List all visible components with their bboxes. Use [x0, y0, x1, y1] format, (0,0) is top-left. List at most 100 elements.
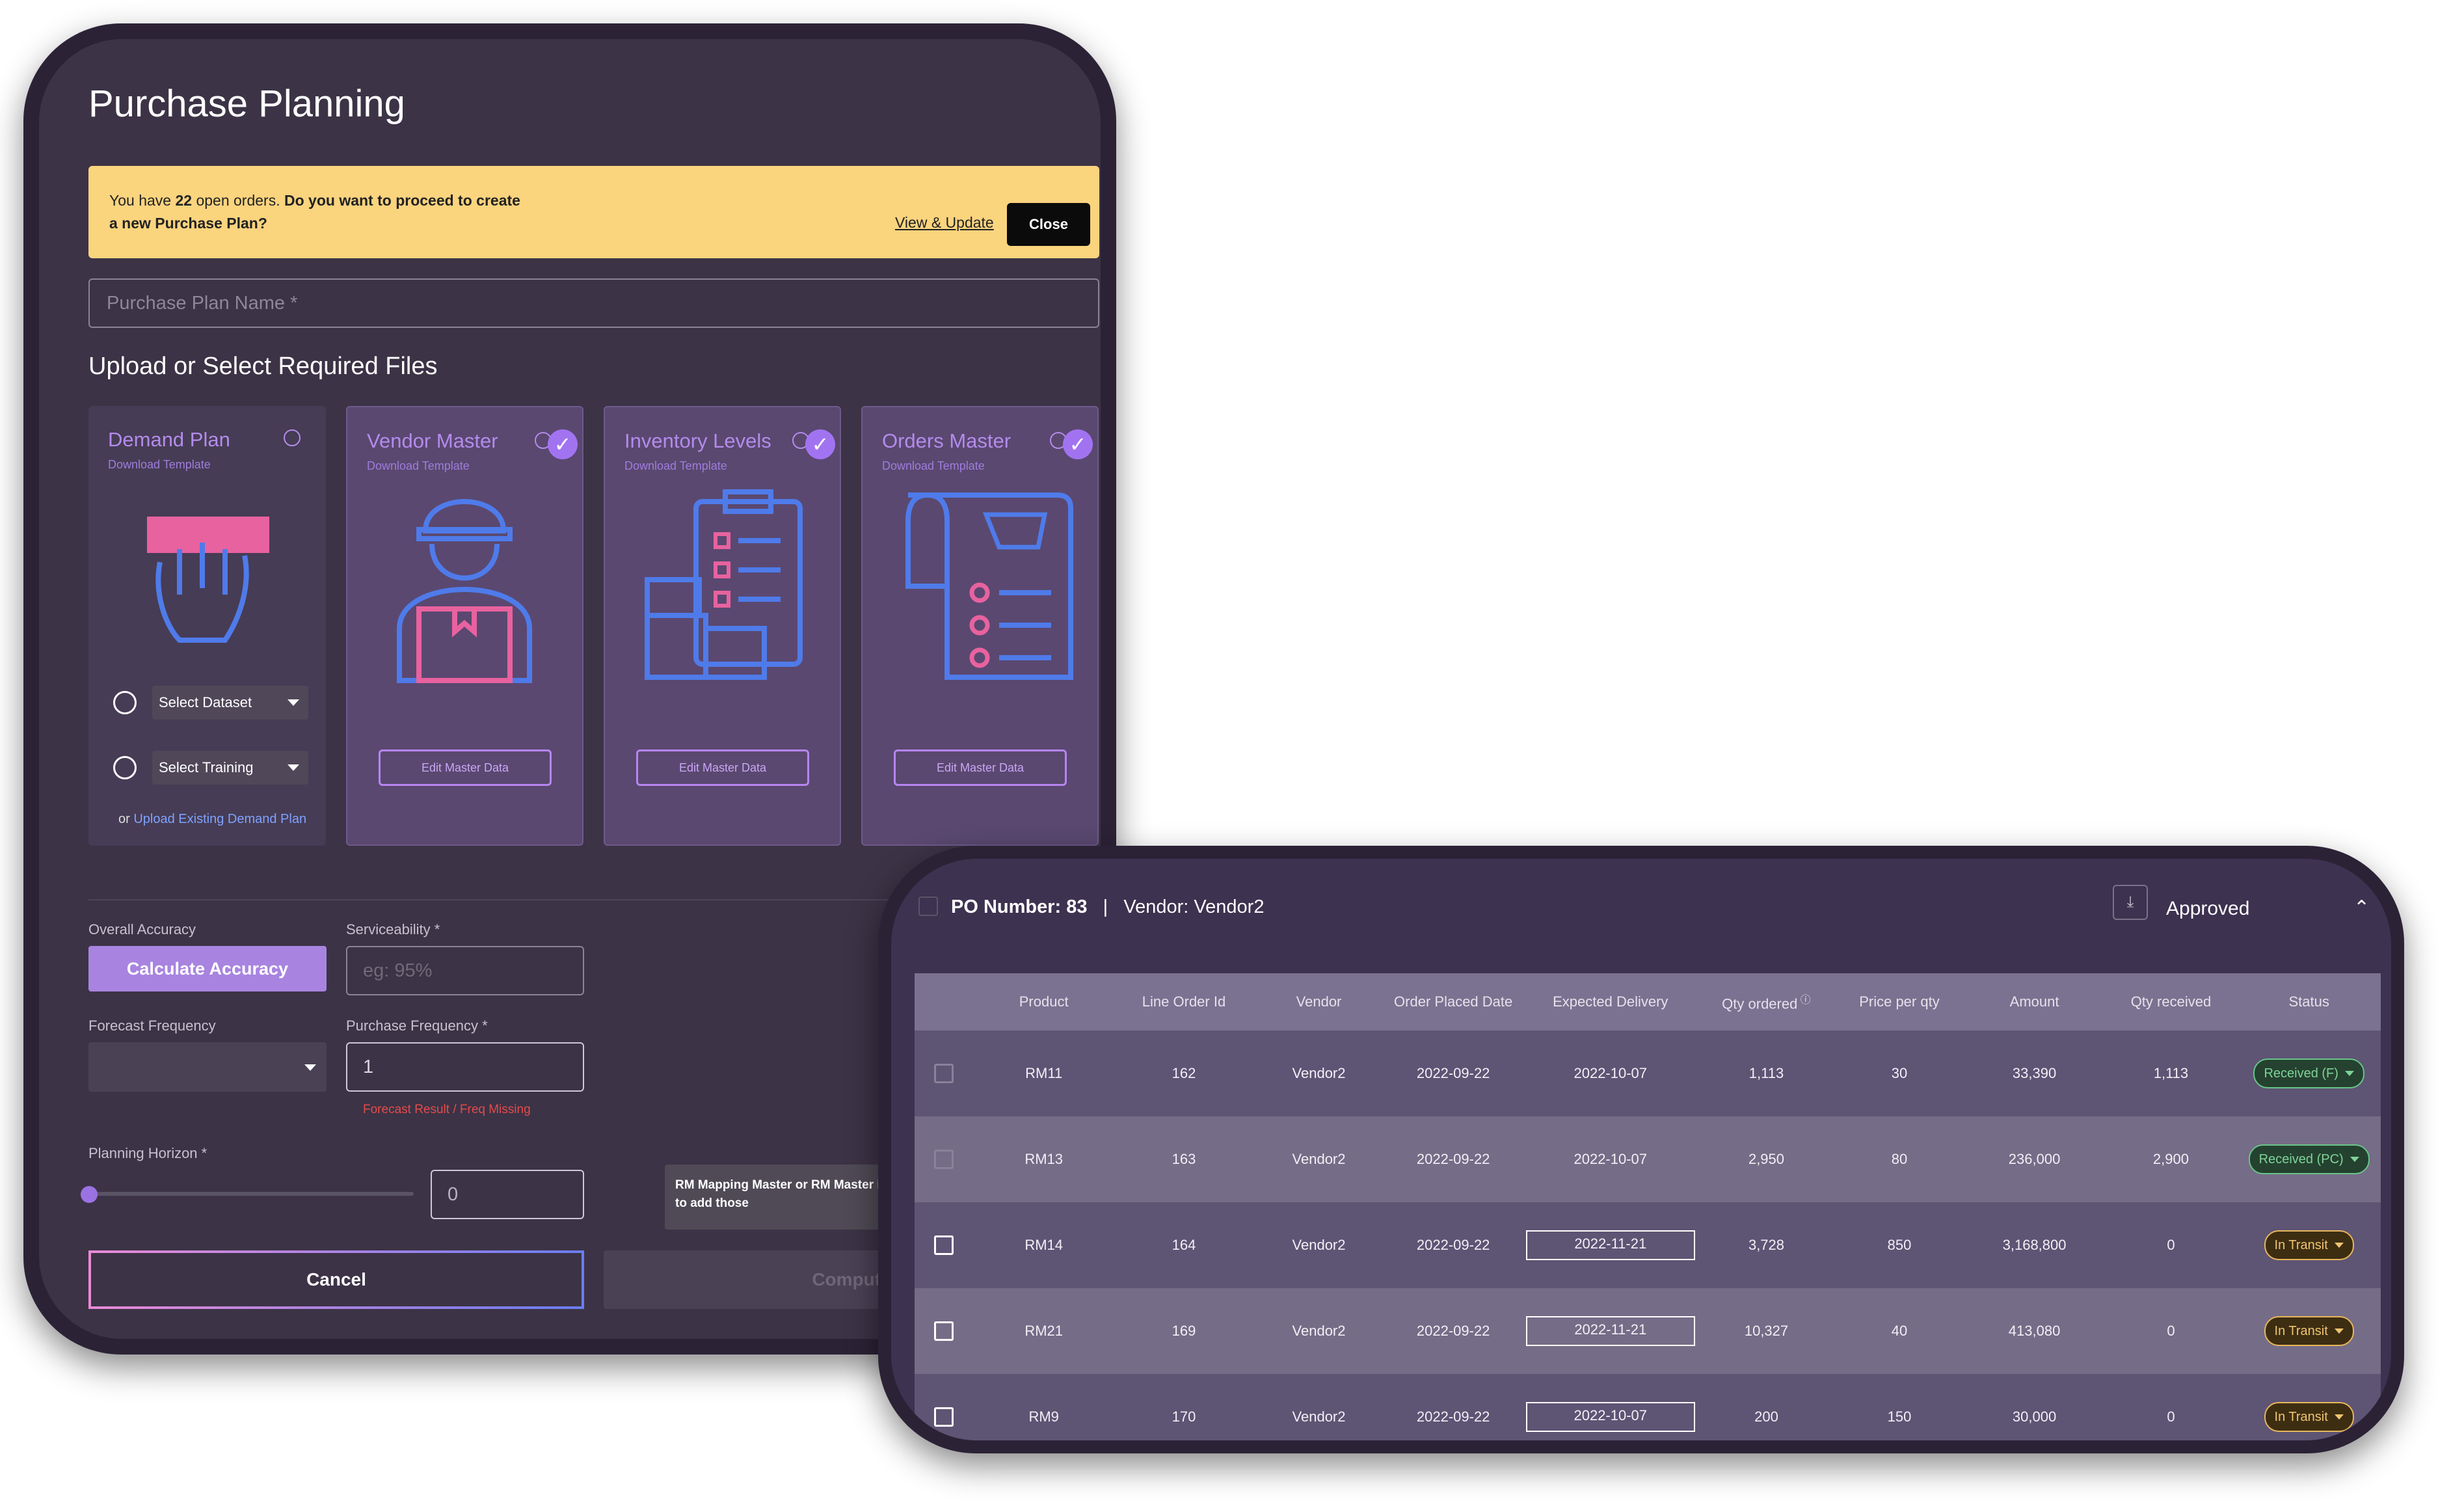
row-checkbox-cell — [915, 1288, 974, 1374]
product-cell: RM11 — [973, 1031, 1114, 1116]
card-title: Demand Plan — [108, 428, 230, 451]
download-icon[interactable]: ⤓ — [2113, 885, 2148, 920]
status-badge[interactable]: Received (F) — [2253, 1058, 2364, 1088]
close-button[interactable]: Close — [1007, 203, 1090, 246]
horizon-slider-thumb[interactable] — [81, 1186, 98, 1203]
vendor-cell: Vendor2 — [1253, 1116, 1384, 1202]
column-header: Vendor — [1253, 973, 1384, 1031]
card-inventory-levels[interactable]: Inventory Levels Download Template ✓ Edi… — [604, 406, 841, 846]
product-cell: RM21 — [973, 1288, 1114, 1374]
edit-master-data-button[interactable]: Edit Master Data — [379, 749, 552, 786]
info-icon — [284, 429, 301, 446]
chevron-down-icon — [288, 699, 299, 706]
status-badge[interactable]: In Transit — [2264, 1316, 2354, 1346]
demand-plan-illustration — [147, 517, 269, 643]
serviceability-label: Serviceability * — [346, 921, 440, 937]
status-label: In Transit — [2274, 1237, 2328, 1252]
chevron-up-icon[interactable]: ⌃ — [2353, 897, 2370, 919]
status-badge[interactable]: In Transit — [2264, 1402, 2354, 1432]
horizon-value-input[interactable]: 0 — [431, 1170, 584, 1219]
expected-date-input[interactable]: 2022-11-21 — [1525, 1230, 1695, 1260]
row-checkbox[interactable] — [934, 1235, 954, 1255]
download-template-link[interactable]: Download Template — [367, 459, 470, 473]
select-dataset-dropdown[interactable]: Select Dataset — [152, 686, 308, 720]
placed-date-cell: 2022-09-22 — [1384, 1288, 1523, 1374]
row-checkbox-cell — [915, 1116, 974, 1202]
price-cell: 80 — [1834, 1116, 1964, 1202]
check-icon: ✓ — [805, 429, 835, 459]
status-cell: In Transit — [2237, 1374, 2381, 1440]
plan-name-input[interactable]: Purchase Plan Name * — [88, 278, 1099, 328]
vendor-cell: Vendor2 — [1253, 1288, 1384, 1374]
forecast-frequency-select[interactable] — [88, 1042, 327, 1092]
row-checkbox[interactable] — [934, 1407, 954, 1427]
po-table: Product Line Order Id Vendor Order Place… — [915, 973, 2381, 1440]
qty-ordered-header: Qty ordered — [1722, 995, 1798, 1012]
row-checkbox[interactable] — [934, 1064, 954, 1083]
expected-date-cell: 2022-10-07 — [1522, 1031, 1698, 1116]
cancel-button[interactable]: Cancel — [88, 1250, 584, 1309]
purchase-frequency-input[interactable]: 1 — [346, 1042, 584, 1092]
qty-received-cell: 0 — [2104, 1288, 2238, 1374]
line-order-cell: 169 — [1114, 1288, 1254, 1374]
expected-date-cell: 2022-10-07 — [1522, 1374, 1698, 1440]
vendor-cell: Vendor2 — [1253, 1374, 1384, 1440]
select-dataset-radio[interactable] — [113, 691, 137, 714]
vendor-worker-illustration — [397, 499, 532, 683]
edit-master-data-button[interactable]: Edit Master Data — [636, 749, 809, 786]
download-template-link[interactable]: Download Template — [108, 458, 211, 472]
card-demand-plan: Demand Plan Download Template Select Dat… — [88, 406, 326, 846]
qty-ordered-cell: 200 — [1698, 1374, 1835, 1440]
line-order-cell: 162 — [1114, 1031, 1254, 1116]
download-template-link[interactable]: Download Template — [882, 459, 985, 473]
status-cell: In Transit — [2237, 1288, 2381, 1374]
select-training-radio[interactable] — [113, 756, 137, 779]
product-cell: RM9 — [973, 1374, 1114, 1440]
amount-cell: 30,000 — [1964, 1374, 2105, 1440]
card-vendor-master[interactable]: Vendor Master Download Template ✓ Edit M… — [346, 406, 583, 846]
vendor-cell: Vendor2 — [1253, 1202, 1384, 1288]
status-badge[interactable]: In Transit — [2264, 1230, 2354, 1260]
open-orders-count: 22 — [175, 192, 193, 209]
column-header: Qty ordered ⓘ — [1698, 973, 1835, 1031]
qty-ordered-cell: 3,728 — [1698, 1202, 1835, 1288]
select-all-checkbox[interactable] — [918, 897, 938, 916]
expected-date-input[interactable]: 2022-10-07 — [1525, 1402, 1695, 1432]
purchase-frequency-label: Purchase Frequency * — [346, 1018, 488, 1034]
chevron-down-icon — [288, 764, 299, 771]
status-badge[interactable]: Received (PC) — [2248, 1144, 2370, 1174]
expected-date-cell: 2022-11-21 — [1522, 1288, 1698, 1374]
expected-date-cell: 2022-10-07 — [1522, 1116, 1698, 1202]
qty-received-cell: 0 — [2104, 1374, 2238, 1440]
po-header: PO Number: 83 | Vendor: Vendor2 — [951, 897, 1264, 918]
calculate-accuracy-button[interactable]: Calculate Accuracy — [88, 946, 327, 991]
horizon-slider-track[interactable] — [88, 1192, 414, 1196]
qty-ordered-cell: 2,950 — [1698, 1116, 1835, 1202]
card-orders-master[interactable]: Orders Master Download Template ✓ Edit M… — [861, 406, 1099, 846]
select-training-dropdown[interactable]: Select Training — [152, 751, 308, 785]
table-row[interactable]: RM11 162 Vendor2 2022-09-22 2022-10-07 1… — [915, 1031, 2381, 1116]
view-update-link[interactable]: View & Update — [895, 214, 994, 232]
expected-date-input[interactable]: 2022-11-21 — [1525, 1316, 1695, 1346]
status-cell: Received (PC) — [2237, 1116, 2381, 1202]
card-title: Inventory Levels — [624, 429, 771, 452]
placed-date-cell: 2022-09-22 — [1384, 1116, 1523, 1202]
row-checkbox[interactable] — [934, 1150, 954, 1169]
table-row[interactable]: RM21 169 Vendor2 2022-09-22 2022-11-21 1… — [915, 1288, 2381, 1374]
amount-cell: 236,000 — [1964, 1116, 2105, 1202]
qty-received-cell: 2,900 — [2104, 1116, 2238, 1202]
serviceability-input[interactable]: eg: 95% — [346, 946, 584, 995]
row-checkbox-cell — [915, 1374, 974, 1440]
status-label: In Transit — [2274, 1409, 2328, 1424]
chevron-down-icon — [2334, 1328, 2344, 1334]
table-row[interactable]: RM9 170 Vendor2 2022-09-22 2022-10-07 20… — [915, 1374, 2381, 1440]
upload-existing-link[interactable]: Upload Existing Demand Plan — [133, 812, 306, 826]
section-title: Upload or Select Required Files — [88, 353, 438, 380]
table-row[interactable]: RM14 164 Vendor2 2022-09-22 2022-11-21 3… — [915, 1202, 2381, 1288]
expected-date-cell: 2022-11-21 — [1522, 1202, 1698, 1288]
inventory-clipboard-illustration — [645, 489, 803, 680]
row-checkbox[interactable] — [934, 1321, 954, 1341]
table-row[interactable]: RM13 163 Vendor2 2022-09-22 2022-10-07 2… — [915, 1116, 2381, 1202]
edit-master-data-button[interactable]: Edit Master Data — [894, 749, 1067, 786]
download-template-link[interactable]: Download Template — [624, 459, 727, 473]
